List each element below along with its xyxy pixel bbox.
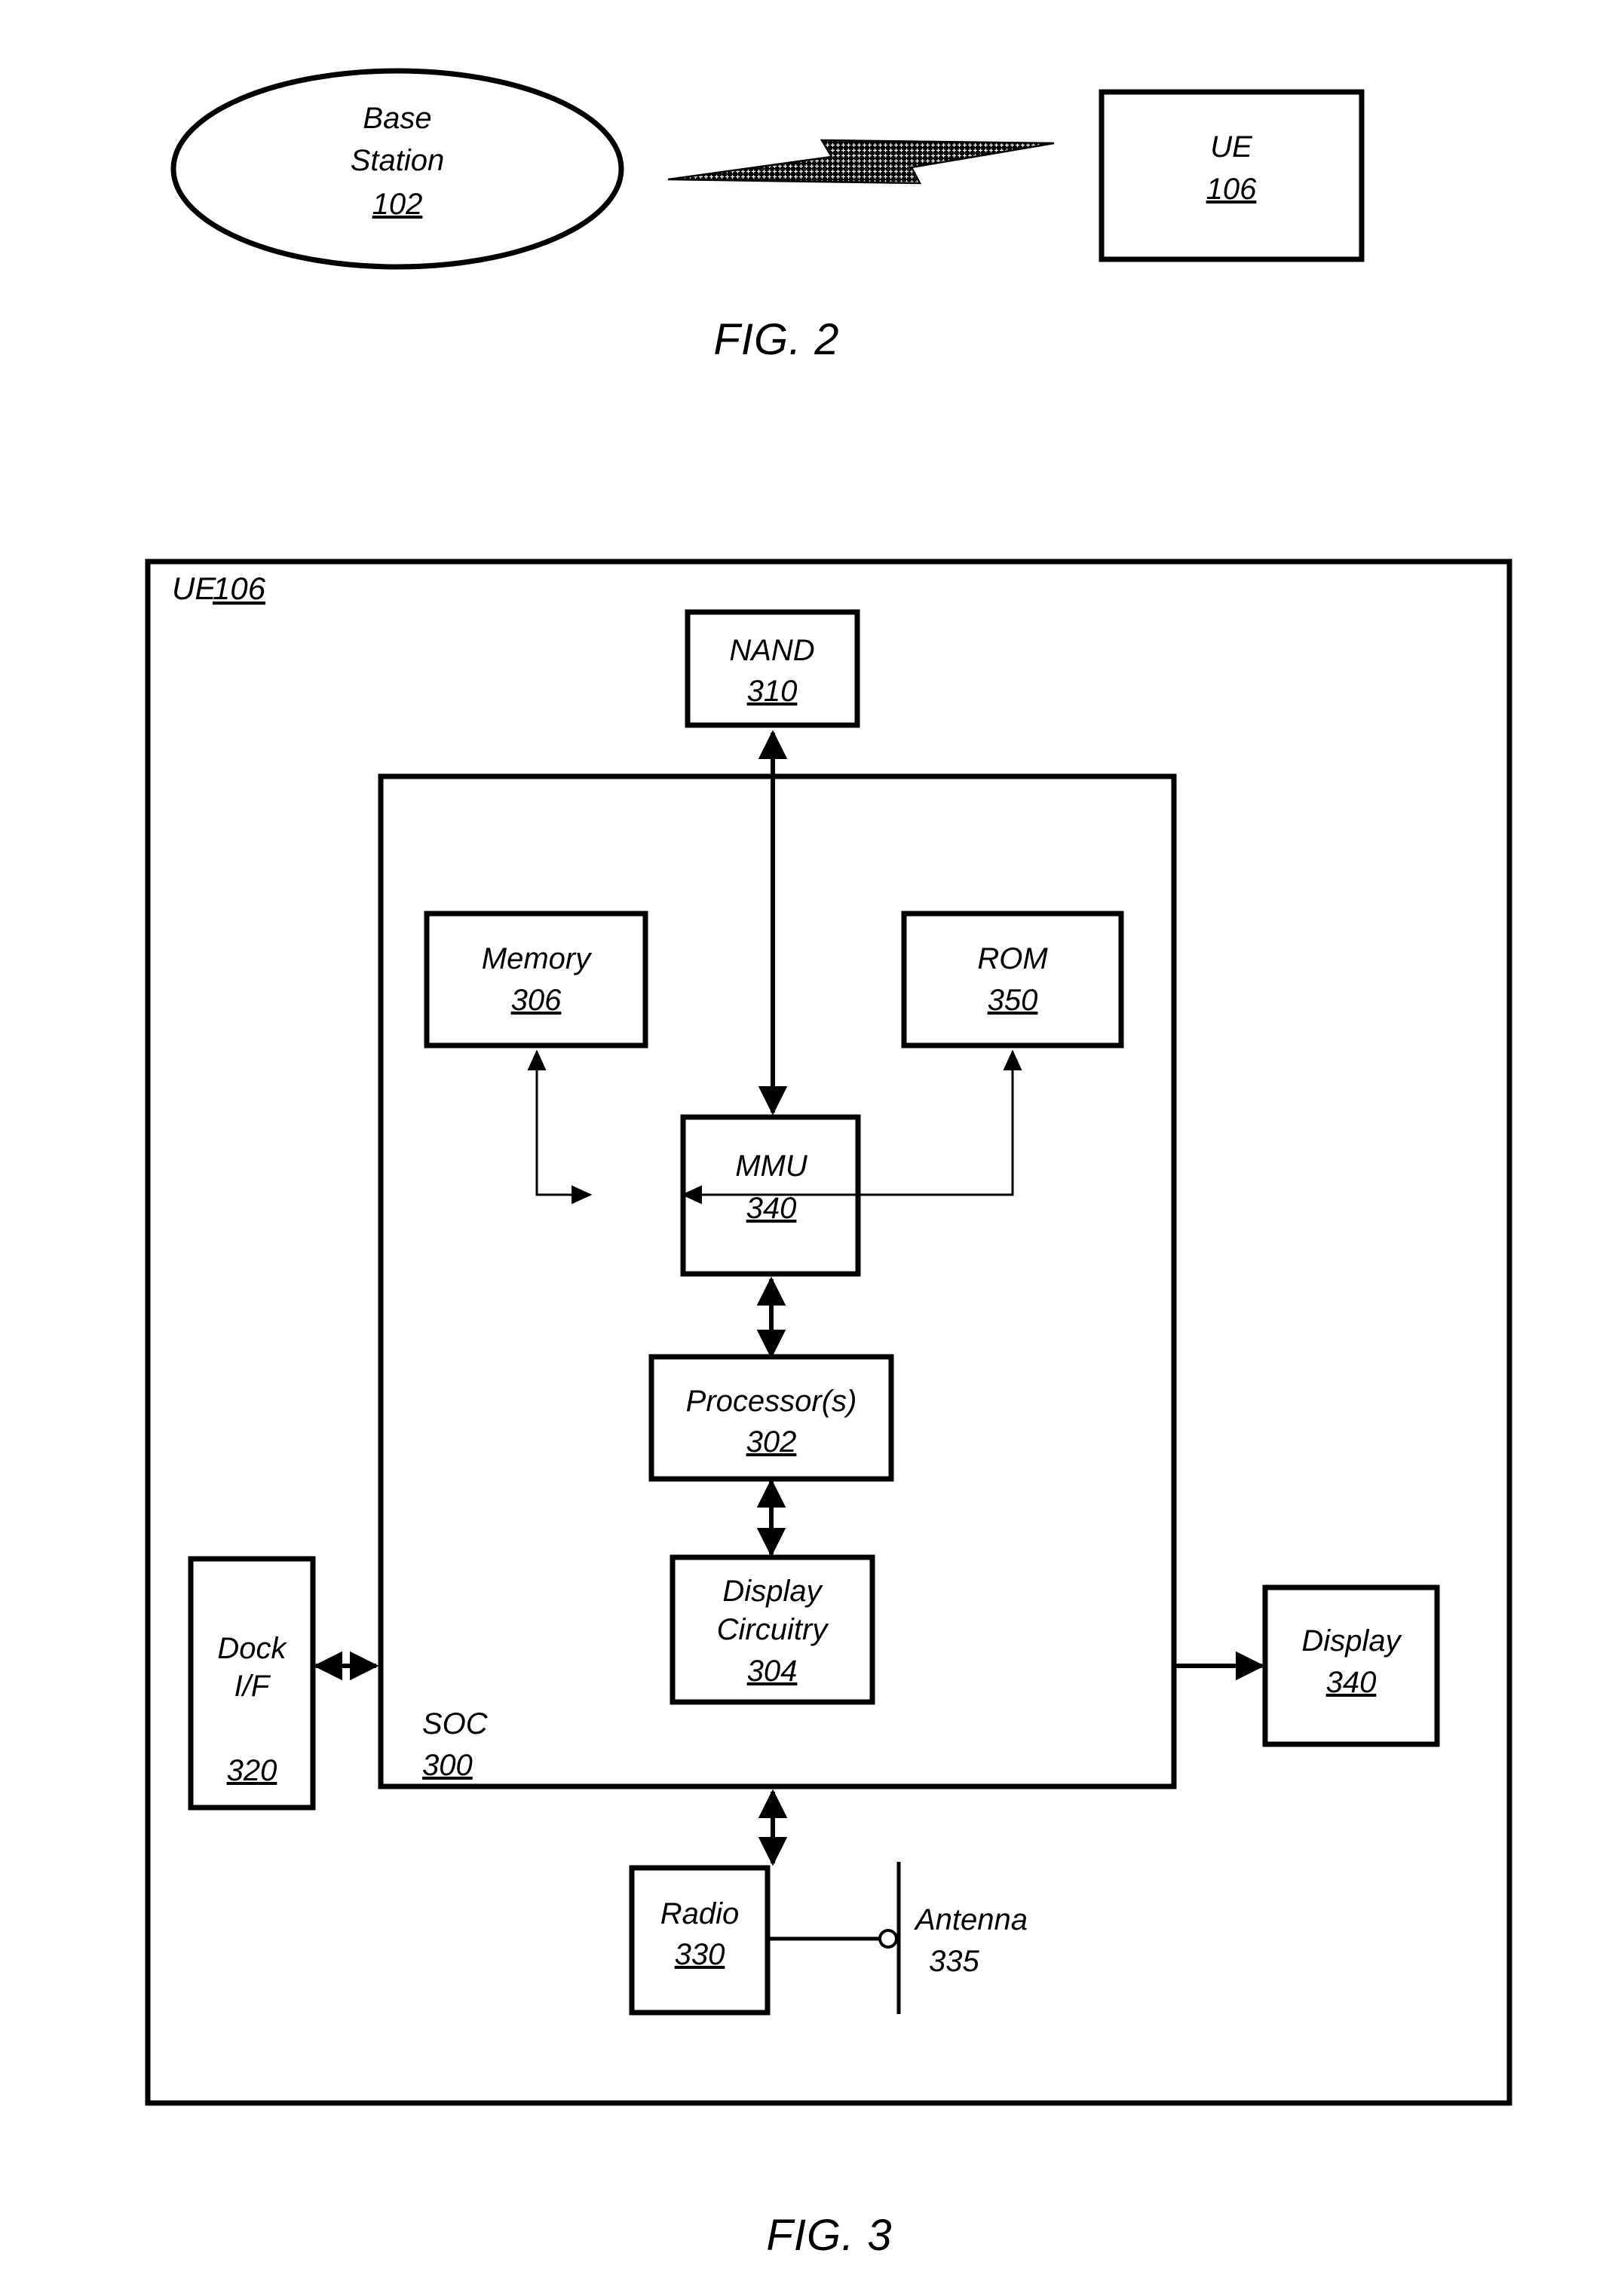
block-dock-interface[interactable]: Dock I/F 320 <box>188 1556 316 1811</box>
mmu-label-main: MMU <box>735 1150 808 1183</box>
figure-3-caption: FIG. 3 <box>766 2211 892 2260</box>
processor-box <box>648 1354 894 1482</box>
block-memory[interactable]: Memory 306 <box>424 911 648 1049</box>
antenna-ref: 335 <box>929 1945 979 1978</box>
base-station-ref: 102 <box>372 188 423 221</box>
block-nand[interactable]: NAND 310 <box>685 609 860 728</box>
lightning-bolt-shape <box>667 139 1055 185</box>
ue-label-fig2: UE <box>1210 130 1253 164</box>
antenna-label: Antenna <box>914 1903 1028 1936</box>
lightning-bolt-icon <box>667 139 1055 185</box>
figure-2-group: Base Station 102 UE 106 FIG. 2 <box>170 68 1365 364</box>
ue-node-fig2[interactable]: UE 106 <box>1099 89 1365 262</box>
figure-3-group: UE 106 SOC 300 NAND 310 Memory 306 ROM 3… <box>145 559 1512 2260</box>
nand-label: NAND <box>729 634 814 667</box>
memory-box <box>424 911 648 1049</box>
block-rom[interactable]: ROM 350 <box>901 911 1124 1049</box>
ue-ref-fig2: 106 <box>1206 173 1257 206</box>
ue-container-box <box>145 559 1512 2106</box>
block-radio[interactable]: Radio 330 <box>629 1865 771 2016</box>
figure-2-caption: FIG. 2 <box>713 315 839 364</box>
dock-label-line2: I/F <box>234 1670 271 1703</box>
dock-label-line1: Dock <box>217 1632 287 1665</box>
display-label: Display <box>1301 1624 1402 1658</box>
figures-svg: Base Station 102 UE 106 FIG. 2 UE 106 SO… <box>145 68 1512 2260</box>
mmu-ref: 340 <box>746 1192 797 1225</box>
block-display[interactable]: Display 340 <box>1262 1584 1440 1747</box>
ue-container-label: UE <box>172 571 216 606</box>
display-circuitry-label-line2: Circuitry <box>717 1613 830 1646</box>
antenna-terminal-icon <box>878 1929 898 1949</box>
base-station-label-line1: Base <box>363 102 431 135</box>
display-circuitry-ref: 304 <box>747 1655 798 1688</box>
processor-label: Processor(s) <box>686 1385 857 1418</box>
base-station-node[interactable]: Base Station 102 <box>170 68 624 270</box>
ue-container-ref: 106 <box>213 571 266 606</box>
connector-rom-mmu <box>681 1049 1022 1205</box>
soc-container-ref: 300 <box>422 1749 473 1782</box>
nand-box <box>685 609 860 728</box>
rom-box <box>901 911 1124 1049</box>
processor-ref: 302 <box>746 1425 797 1459</box>
display-circuitry-label-line1: Display <box>722 1575 823 1608</box>
rom-label: ROM <box>977 942 1048 975</box>
radio-label: Radio <box>660 1897 740 1930</box>
rom-ref: 350 <box>988 984 1038 1017</box>
display-ref: 340 <box>1326 1666 1377 1699</box>
soc-container-label: SOC <box>422 1707 489 1740</box>
block-processor[interactable]: Processor(s) 302 <box>648 1354 894 1482</box>
patent-figure-sheet: Base Station 102 UE 106 FIG. 2 UE 106 SO… <box>0 0 1618 2296</box>
memory-label: Memory <box>482 942 593 975</box>
dock-ref: 320 <box>227 1754 277 1787</box>
nand-ref: 310 <box>747 675 798 708</box>
connector-memory-mmu <box>527 1049 593 1205</box>
block-display-circuitry[interactable]: Display Circuitry 304 <box>670 1554 875 1705</box>
antenna-node[interactable]: Antenna 335 <box>878 1862 1028 2014</box>
base-station-label-line2: Station <box>351 144 445 177</box>
radio-ref: 330 <box>675 1938 725 1971</box>
memory-ref: 306 <box>511 984 562 1017</box>
